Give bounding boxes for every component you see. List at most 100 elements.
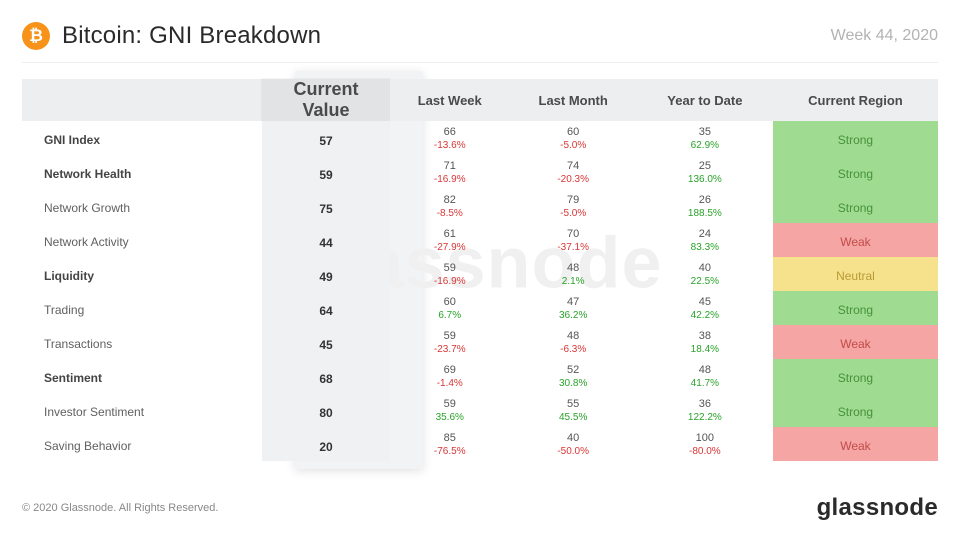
cell-last-month: 40 bbox=[510, 427, 637, 445]
row-label: Investor Sentiment bbox=[22, 393, 262, 427]
row-label: Network Health bbox=[22, 155, 262, 189]
cell-ytd-pct: 83.3% bbox=[637, 241, 773, 257]
cell-last-month: 48 bbox=[510, 325, 637, 343]
row-label: Liquidity bbox=[22, 257, 262, 291]
cell-last-week-pct: -27.9% bbox=[390, 241, 510, 257]
cell-last-month: 74 bbox=[510, 155, 637, 173]
cell-ytd: 25 bbox=[637, 155, 773, 173]
table-row: Sentiment68695248Strong bbox=[22, 359, 938, 377]
cell-ytd-pct: 62.9% bbox=[637, 139, 773, 155]
cell-ytd: 24 bbox=[637, 223, 773, 241]
cell-ytd-pct: 22.5% bbox=[637, 275, 773, 291]
table-row: Investor Sentiment80595536Strong bbox=[22, 393, 938, 411]
cell-last-week-pct: -13.6% bbox=[390, 139, 510, 155]
cell-current: 64 bbox=[262, 291, 390, 325]
cell-region: Weak bbox=[773, 427, 938, 461]
cell-region: Strong bbox=[773, 359, 938, 393]
cell-region: Strong bbox=[773, 121, 938, 155]
col-header-region: Current Region bbox=[773, 79, 938, 121]
row-label: Transactions bbox=[22, 325, 262, 359]
cell-last-week: 71 bbox=[390, 155, 510, 173]
row-label: Saving Behavior bbox=[22, 427, 262, 461]
row-label: Network Activity bbox=[22, 223, 262, 257]
cell-ytd-pct: 42.2% bbox=[637, 309, 773, 325]
cell-current: 80 bbox=[262, 393, 390, 427]
cell-last-week: 59 bbox=[390, 325, 510, 343]
col-header-last-month: Last Month bbox=[510, 79, 637, 121]
cell-last-week-pct: -76.5% bbox=[390, 445, 510, 461]
cell-region: Strong bbox=[773, 155, 938, 189]
cell-last-week-pct: 35.6% bbox=[390, 411, 510, 427]
cell-last-week: 85 bbox=[390, 427, 510, 445]
gni-table: Current Value Last Week Last Month Year … bbox=[22, 79, 938, 461]
cell-region: Weak bbox=[773, 223, 938, 257]
cell-last-week-pct: 6.7% bbox=[390, 309, 510, 325]
page-title: Bitcoin: GNI Breakdown bbox=[62, 22, 321, 50]
cell-last-week: 69 bbox=[390, 359, 510, 377]
cell-current: 49 bbox=[262, 257, 390, 291]
cell-ytd: 26 bbox=[637, 189, 773, 207]
cell-current: 68 bbox=[262, 359, 390, 393]
cell-last-week: 66 bbox=[390, 121, 510, 139]
cell-last-month-pct: 30.8% bbox=[510, 377, 637, 393]
cell-region: Neutral bbox=[773, 257, 938, 291]
col-header-ytd: Year to Date bbox=[637, 79, 773, 121]
cell-ytd-pct: 18.4% bbox=[637, 343, 773, 359]
cell-last-week: 60 bbox=[390, 291, 510, 309]
cell-current: 75 bbox=[262, 189, 390, 223]
col-header-last-week: Last Week bbox=[390, 79, 510, 121]
cell-last-month-pct: -50.0% bbox=[510, 445, 637, 461]
cell-ytd: 36 bbox=[637, 393, 773, 411]
cell-current: 59 bbox=[262, 155, 390, 189]
cell-region: Weak bbox=[773, 325, 938, 359]
cell-last-month: 47 bbox=[510, 291, 637, 309]
table-row: GNI Index57666035Strong bbox=[22, 121, 938, 139]
cell-ytd-pct: -80.0% bbox=[637, 445, 773, 461]
cell-ytd-pct: 41.7% bbox=[637, 377, 773, 393]
row-label: GNI Index bbox=[22, 121, 262, 155]
cell-region: Strong bbox=[773, 291, 938, 325]
row-label: Network Growth bbox=[22, 189, 262, 223]
cell-last-month-pct: 45.5% bbox=[510, 411, 637, 427]
cell-last-week-pct: -23.7% bbox=[390, 343, 510, 359]
cell-last-month-pct: -5.0% bbox=[510, 207, 637, 223]
copyright-text: © 2020 Glassnode. All Rights Reserved. bbox=[22, 502, 218, 514]
cell-last-month: 52 bbox=[510, 359, 637, 377]
table-container: glassnode Current Value Last Week Last M… bbox=[22, 79, 938, 461]
cell-last-month: 79 bbox=[510, 189, 637, 207]
cell-last-month-pct: 2.1% bbox=[510, 275, 637, 291]
cell-last-month: 48 bbox=[510, 257, 637, 275]
cell-ytd: 48 bbox=[637, 359, 773, 377]
cell-last-month-pct: -6.3% bbox=[510, 343, 637, 359]
cell-last-month-pct: 36.2% bbox=[510, 309, 637, 325]
page-footer: © 2020 Glassnode. All Rights Reserved. g… bbox=[22, 494, 938, 522]
cell-last-week: 82 bbox=[390, 189, 510, 207]
divider bbox=[22, 62, 938, 63]
cell-last-week: 59 bbox=[390, 393, 510, 411]
cell-ytd: 38 bbox=[637, 325, 773, 343]
cell-current: 20 bbox=[262, 427, 390, 461]
cell-last-month: 55 bbox=[510, 393, 637, 411]
cell-ytd-pct: 122.2% bbox=[637, 411, 773, 427]
table-row: Transactions45594838Weak bbox=[22, 325, 938, 343]
cell-current: 44 bbox=[262, 223, 390, 257]
table-header-row: Current Value Last Week Last Month Year … bbox=[22, 79, 938, 121]
row-label: Trading bbox=[22, 291, 262, 325]
cell-region: Strong bbox=[773, 393, 938, 427]
cell-ytd-pct: 136.0% bbox=[637, 173, 773, 189]
table-row: Saving Behavior208540100Weak bbox=[22, 427, 938, 445]
cell-last-week: 61 bbox=[390, 223, 510, 241]
brand-wordmark: glassnode bbox=[817, 494, 938, 522]
table-row: Trading64604745Strong bbox=[22, 291, 938, 309]
cell-ytd: 35 bbox=[637, 121, 773, 139]
cell-last-month-pct: -20.3% bbox=[510, 173, 637, 189]
cell-last-week-pct: -1.4% bbox=[390, 377, 510, 393]
table-row: Network Health59717425Strong bbox=[22, 155, 938, 173]
week-label: Week 44, 2020 bbox=[831, 27, 938, 45]
cell-ytd-pct: 188.5% bbox=[637, 207, 773, 223]
col-header-blank bbox=[22, 79, 262, 121]
cell-ytd: 40 bbox=[637, 257, 773, 275]
cell-last-month: 70 bbox=[510, 223, 637, 241]
cell-ytd: 100 bbox=[637, 427, 773, 445]
table-row: Liquidity49594840Neutral bbox=[22, 257, 938, 275]
